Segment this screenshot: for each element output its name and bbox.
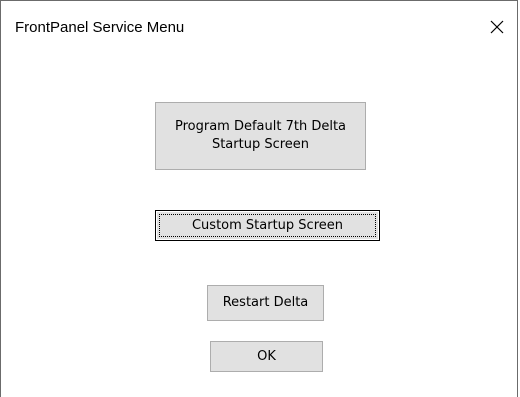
close-icon <box>490 20 504 34</box>
title-bar: FrontPanel Service Menu <box>1 0 517 56</box>
ok-button[interactable]: OK <box>210 341 323 372</box>
restart-delta-button[interactable]: Restart Delta <box>207 285 324 321</box>
dialog-body: Program Default 7th Delta Startup Screen… <box>1 56 517 397</box>
close-button[interactable] <box>477 9 517 45</box>
program-default-startup-screen-button[interactable]: Program Default 7th Delta Startup Screen <box>155 102 366 170</box>
custom-startup-screen-label: Custom Startup Screen <box>191 217 343 233</box>
window-title: FrontPanel Service Menu <box>15 19 185 36</box>
service-menu-dialog: FrontPanel Service Menu Program Default … <box>0 0 518 397</box>
custom-startup-screen-button[interactable]: Custom Startup Screen <box>155 210 380 241</box>
